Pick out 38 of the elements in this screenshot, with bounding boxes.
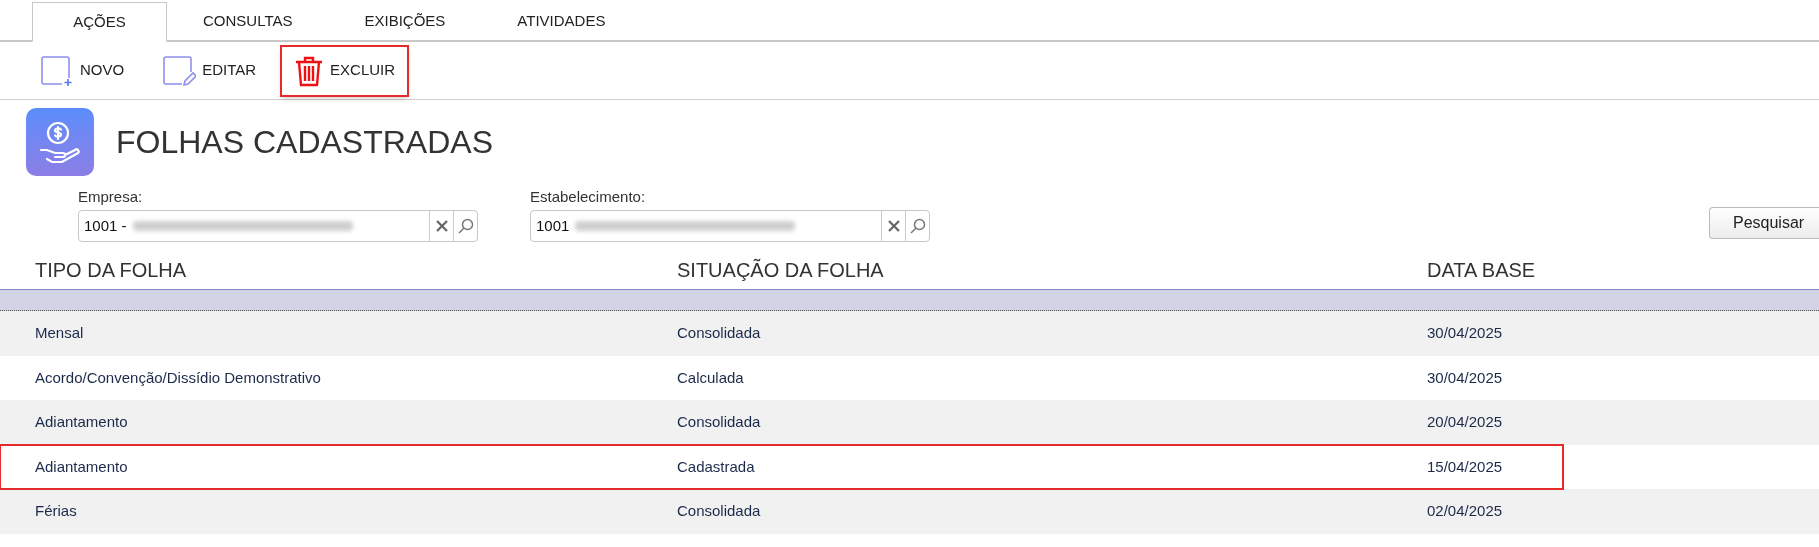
table-cell-text: 30/04/2025 — [1427, 367, 1504, 388]
table-row[interactable]: Mensal Consolidada 30/04/2025 — [0, 311, 1819, 356]
table-cell-text: 15/04/2025 — [1427, 456, 1504, 477]
table-cell-text: 02/04/2025 — [1427, 501, 1504, 521]
table-cell-text: Consolidada — [677, 501, 762, 521]
table-cell-text: Consolidada — [677, 323, 762, 343]
toolbar-button[interactable]: NOVO — [26, 44, 139, 97]
table-row[interactable]: Adiantamento Cadastrada 15/04/2025 — [0, 444, 1563, 489]
table-cell-text: 20/04/2025 — [1427, 412, 1504, 432]
table-cell-text: Consolidada — [677, 412, 762, 432]
table-cell-text: Férias — [34, 501, 78, 521]
edit-document-icon — [162, 54, 197, 87]
table-row[interactable] — [0, 290, 1819, 311]
page-title: FOLHAS CADASTRADAS — [116, 123, 493, 162]
column-header: DATA BASE — [1427, 258, 1537, 283]
search-button[interactable]: Pesquisar — [1709, 207, 1819, 239]
trash-icon — [294, 54, 325, 87]
table-row[interactable]: Férias Consolidada 02/04/2025 — [0, 489, 1819, 534]
table-cell-text: Calculada — [677, 367, 745, 388]
table-cell-text: 30/04/2025 — [1427, 323, 1504, 343]
table-cell-text: Acordo/Convenção/Dissídio Demonstrativo — [34, 367, 322, 388]
toolbar-button[interactable]: EDITAR — [148, 44, 271, 97]
toolbar-button[interactable]: EXCLUIR — [280, 44, 410, 97]
tab[interactable]: AÇÕES — [32, 2, 167, 42]
column-header: SITUAÇÃO DA FOLHA — [677, 257, 885, 283]
table-cell-text: Cadastrada — [677, 456, 756, 477]
new-document-icon — [40, 54, 74, 87]
tab[interactable]: EXIBIÇÕES — [328, 2, 482, 40]
table-cell-text: Mensal — [34, 323, 85, 343]
column-header: TIPO DA FOLHA — [34, 258, 188, 283]
field-label: Empresa: — [78, 186, 144, 207]
payment-icon — [26, 108, 94, 176]
table-cell-text: Adiantamento — [34, 456, 129, 477]
tab[interactable]: ATIVIDADES — [481, 2, 642, 40]
field-label: Estabelecimento: — [530, 186, 647, 207]
tab[interactable]: CONSULTAS — [167, 2, 329, 40]
table-row[interactable]: Adiantamento Consolidada 20/04/2025 — [0, 400, 1819, 445]
table-cell-text: Adiantamento — [34, 412, 129, 432]
